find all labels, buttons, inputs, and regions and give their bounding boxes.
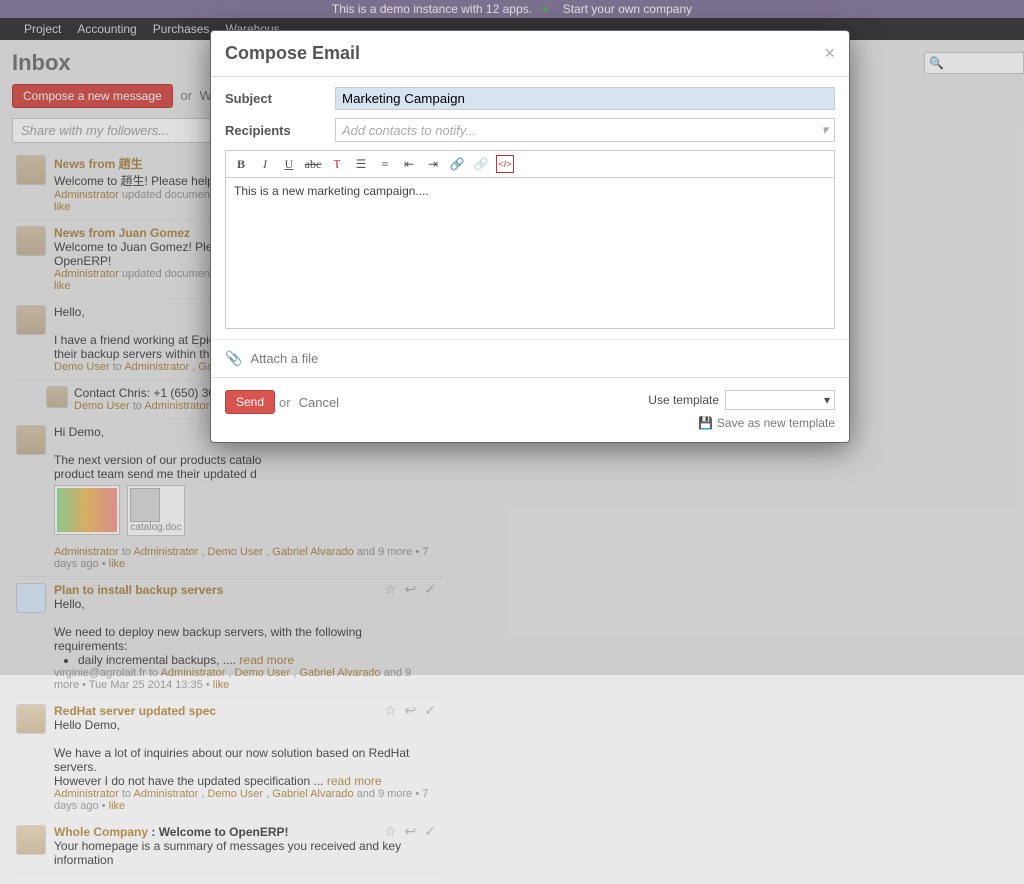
chevron-down-icon: ▾ [824, 393, 830, 407]
save-template-link[interactable]: 💾 Save as new template [648, 416, 835, 430]
strike-button[interactable]: abc [304, 155, 322, 173]
avatar [16, 704, 46, 734]
user-link[interactable]: Gabriel Alvarado [272, 788, 353, 800]
star-icon[interactable]: ☆ [384, 702, 397, 719]
message-body2: However I do not have the updated specif… [54, 774, 324, 788]
modal-header: Compose Email × [211, 31, 849, 77]
check-icon[interactable]: ✓ [424, 702, 436, 719]
message-title-rest: : Welcome to OpenERP! [151, 825, 288, 839]
modal-footer: Send or Cancel Use template ▾ 💾 Save as … [211, 377, 849, 442]
user-link[interactable]: Demo User [207, 788, 263, 800]
message-actions: ☆ ↩ ✓ [384, 823, 436, 840]
recipients-label: Recipients [225, 123, 335, 138]
and-more: and 9 more [357, 788, 413, 800]
italic-button[interactable]: I [256, 155, 274, 173]
avatar [16, 825, 46, 855]
use-template-label: Use template [648, 393, 719, 407]
compose-email-modal: Compose Email × Subject Recipients Add c… [210, 30, 850, 443]
message-title[interactable]: RedHat server updated spec [54, 704, 438, 718]
like-link[interactable]: like [109, 800, 126, 812]
recipients-input[interactable]: Add contacts to notify... ▾ [335, 118, 835, 142]
html-button[interactable]: </> [496, 155, 514, 173]
modal-body: Subject Recipients Add contacts to notif… [211, 77, 849, 339]
indent-button[interactable]: ⇥ [424, 155, 442, 173]
message-item: Whole Company : Welcome to OpenERP! Your… [12, 819, 442, 874]
cancel-link[interactable]: Cancel [299, 395, 339, 410]
save-icon: 💾 [698, 416, 713, 430]
user-link[interactable]: Administrator [54, 788, 119, 800]
check-icon[interactable]: ✓ [424, 823, 436, 840]
removeformat-button[interactable]: Ⲧ [328, 155, 346, 173]
recipients-placeholder: Add contacts to notify... [342, 123, 476, 138]
attach-row: 📎 Attach a file [211, 339, 849, 377]
user-link[interactable]: Administrator [134, 788, 199, 800]
send-button[interactable]: Send [225, 390, 275, 414]
save-template-text: Save as new template [717, 416, 835, 430]
editor-toolbar: B I U abc Ⲧ ☰ ≡ ⇤ ⇥ 🔗 🔗 </> [226, 151, 834, 178]
message-greet: Hello Demo, [54, 718, 438, 732]
timestamp: Tue Mar 25 2014 13:35 [89, 679, 203, 691]
bold-button[interactable]: B [232, 155, 250, 173]
close-icon[interactable]: × [824, 43, 835, 64]
message-body: We have a lot of inquiries about our now… [54, 746, 438, 774]
template-select[interactable]: ▾ [725, 390, 835, 410]
star-icon[interactable]: ☆ [384, 823, 397, 840]
editor-textarea[interactable]: This is a new marketing campaign.... [226, 178, 834, 328]
ul-button[interactable]: ☰ [352, 155, 370, 173]
message-item: RedHat server updated spec Hello Demo, W… [12, 698, 442, 819]
message-actions: ☆ ↩ ✓ [384, 702, 436, 719]
chevron-down-icon[interactable]: ▾ [821, 122, 828, 138]
attach-file-link[interactable]: Attach a file [250, 351, 318, 366]
paperclip-icon: 📎 [225, 350, 242, 367]
or-text: or [279, 395, 291, 410]
read-more-link[interactable]: read more [327, 774, 382, 788]
outdent-button[interactable]: ⇤ [400, 155, 418, 173]
rich-text-editor: B I U abc Ⲧ ☰ ≡ ⇤ ⇥ 🔗 🔗 </> This is a ne… [225, 150, 835, 329]
message-body: Your homepage is a summary of messages y… [54, 839, 438, 867]
link-button[interactable]: 🔗 [448, 155, 466, 173]
unlink-button[interactable]: 🔗 [472, 155, 490, 173]
like-link[interactable]: like [213, 679, 230, 691]
message-title[interactable]: Whole Company [54, 825, 148, 839]
reply-icon[interactable]: ↩ [405, 702, 417, 719]
reply-icon[interactable]: ↩ [405, 823, 417, 840]
modal-title: Compose Email [225, 43, 360, 64]
ol-button[interactable]: ≡ [376, 155, 394, 173]
subject-input[interactable] [335, 87, 835, 110]
subject-label: Subject [225, 91, 335, 106]
to-text: to [122, 788, 131, 800]
underline-button[interactable]: U [280, 155, 298, 173]
